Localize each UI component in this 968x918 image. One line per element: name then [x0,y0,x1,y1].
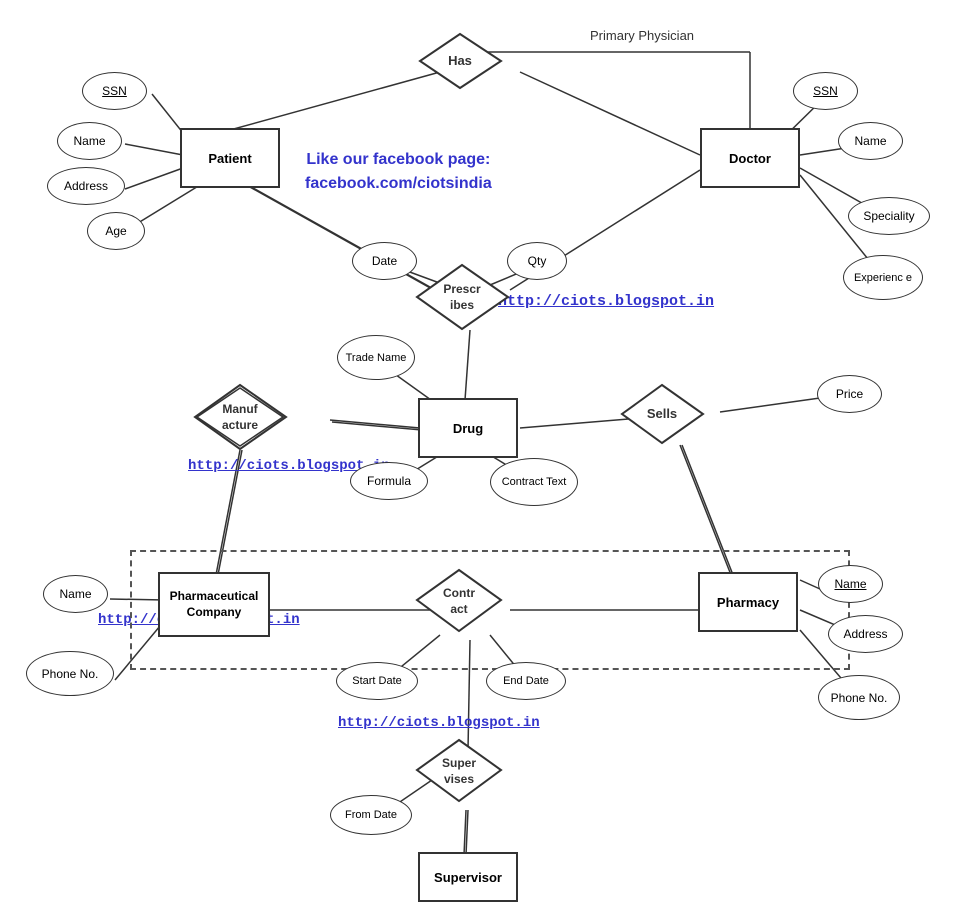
attribute-prescribes-date: Date [352,242,417,280]
attribute-pharma-name: Name [43,575,108,613]
attribute-pharmacy-phone: Phone No. [818,675,900,720]
relationship-supervises: Super vises [415,738,503,803]
attribute-patient-ssn: SSN [82,72,147,110]
watermark-http-top: http://ciots.blogspot.in [498,293,714,310]
attribute-drug-tradename: Trade Name [337,335,415,380]
attribute-supervises-fromdate: From Date [330,795,412,835]
attribute-sells-price: Price [817,375,882,413]
relationship-manufacture: Manuf acture [193,383,288,451]
attribute-pharma-phone: Phone No. [26,651,114,696]
relationship-has: Has [418,32,503,90]
attribute-prescribes-qty: Qty [507,242,567,280]
attribute-patient-name: Name [57,122,122,160]
svg-text:Super: Super [442,756,476,770]
primary-physician-label: Primary Physician [590,28,694,43]
watermark-3: http://ciots.blogspot.in [338,715,540,731]
attribute-doctor-name: Name [838,122,903,160]
entity-pharmacy: Pharmacy [698,572,798,632]
attribute-patient-address: Address [47,167,125,205]
attribute-doctor-ssn: SSN [793,72,858,110]
entity-pharmaceutical: Pharmaceutical Company [158,572,270,637]
attribute-contract-enddate: End Date [486,662,566,700]
svg-text:Prescr: Prescr [443,282,481,296]
svg-text:Contr: Contr [443,586,475,600]
svg-text:Sells: Sells [647,406,677,421]
attribute-drug-formula: Formula [350,462,428,500]
svg-text:Has: Has [448,53,472,68]
svg-text:Manuf: Manuf [222,402,258,416]
svg-text:act: act [450,602,467,616]
svg-text:ibes: ibes [450,298,474,312]
attribute-doctor-experience: Experienc e [843,255,923,300]
attribute-contract-startdate: Start Date [336,662,418,700]
attribute-doctor-speciality: Speciality [848,197,930,235]
entity-drug: Drug [418,398,518,458]
relationship-sells: Sells [620,383,705,445]
attribute-pharmacy-address: Address [828,615,903,653]
attribute-drug-contracttext: Contract Text [490,458,578,506]
attribute-pharmacy-name: Name [818,565,883,603]
attribute-patient-age: Age [87,212,145,250]
svg-text:vises: vises [444,772,474,786]
entity-doctor: Doctor [700,128,800,188]
relationship-prescribes: Prescr ibes [415,263,510,331]
facebook-text: Like our facebook page:facebook.com/ciot… [305,148,492,196]
svg-text:acture: acture [222,418,258,432]
entity-supervisor: Supervisor [418,852,518,902]
relationship-contract: Contr act [415,568,503,633]
entity-patient: Patient [180,128,280,188]
